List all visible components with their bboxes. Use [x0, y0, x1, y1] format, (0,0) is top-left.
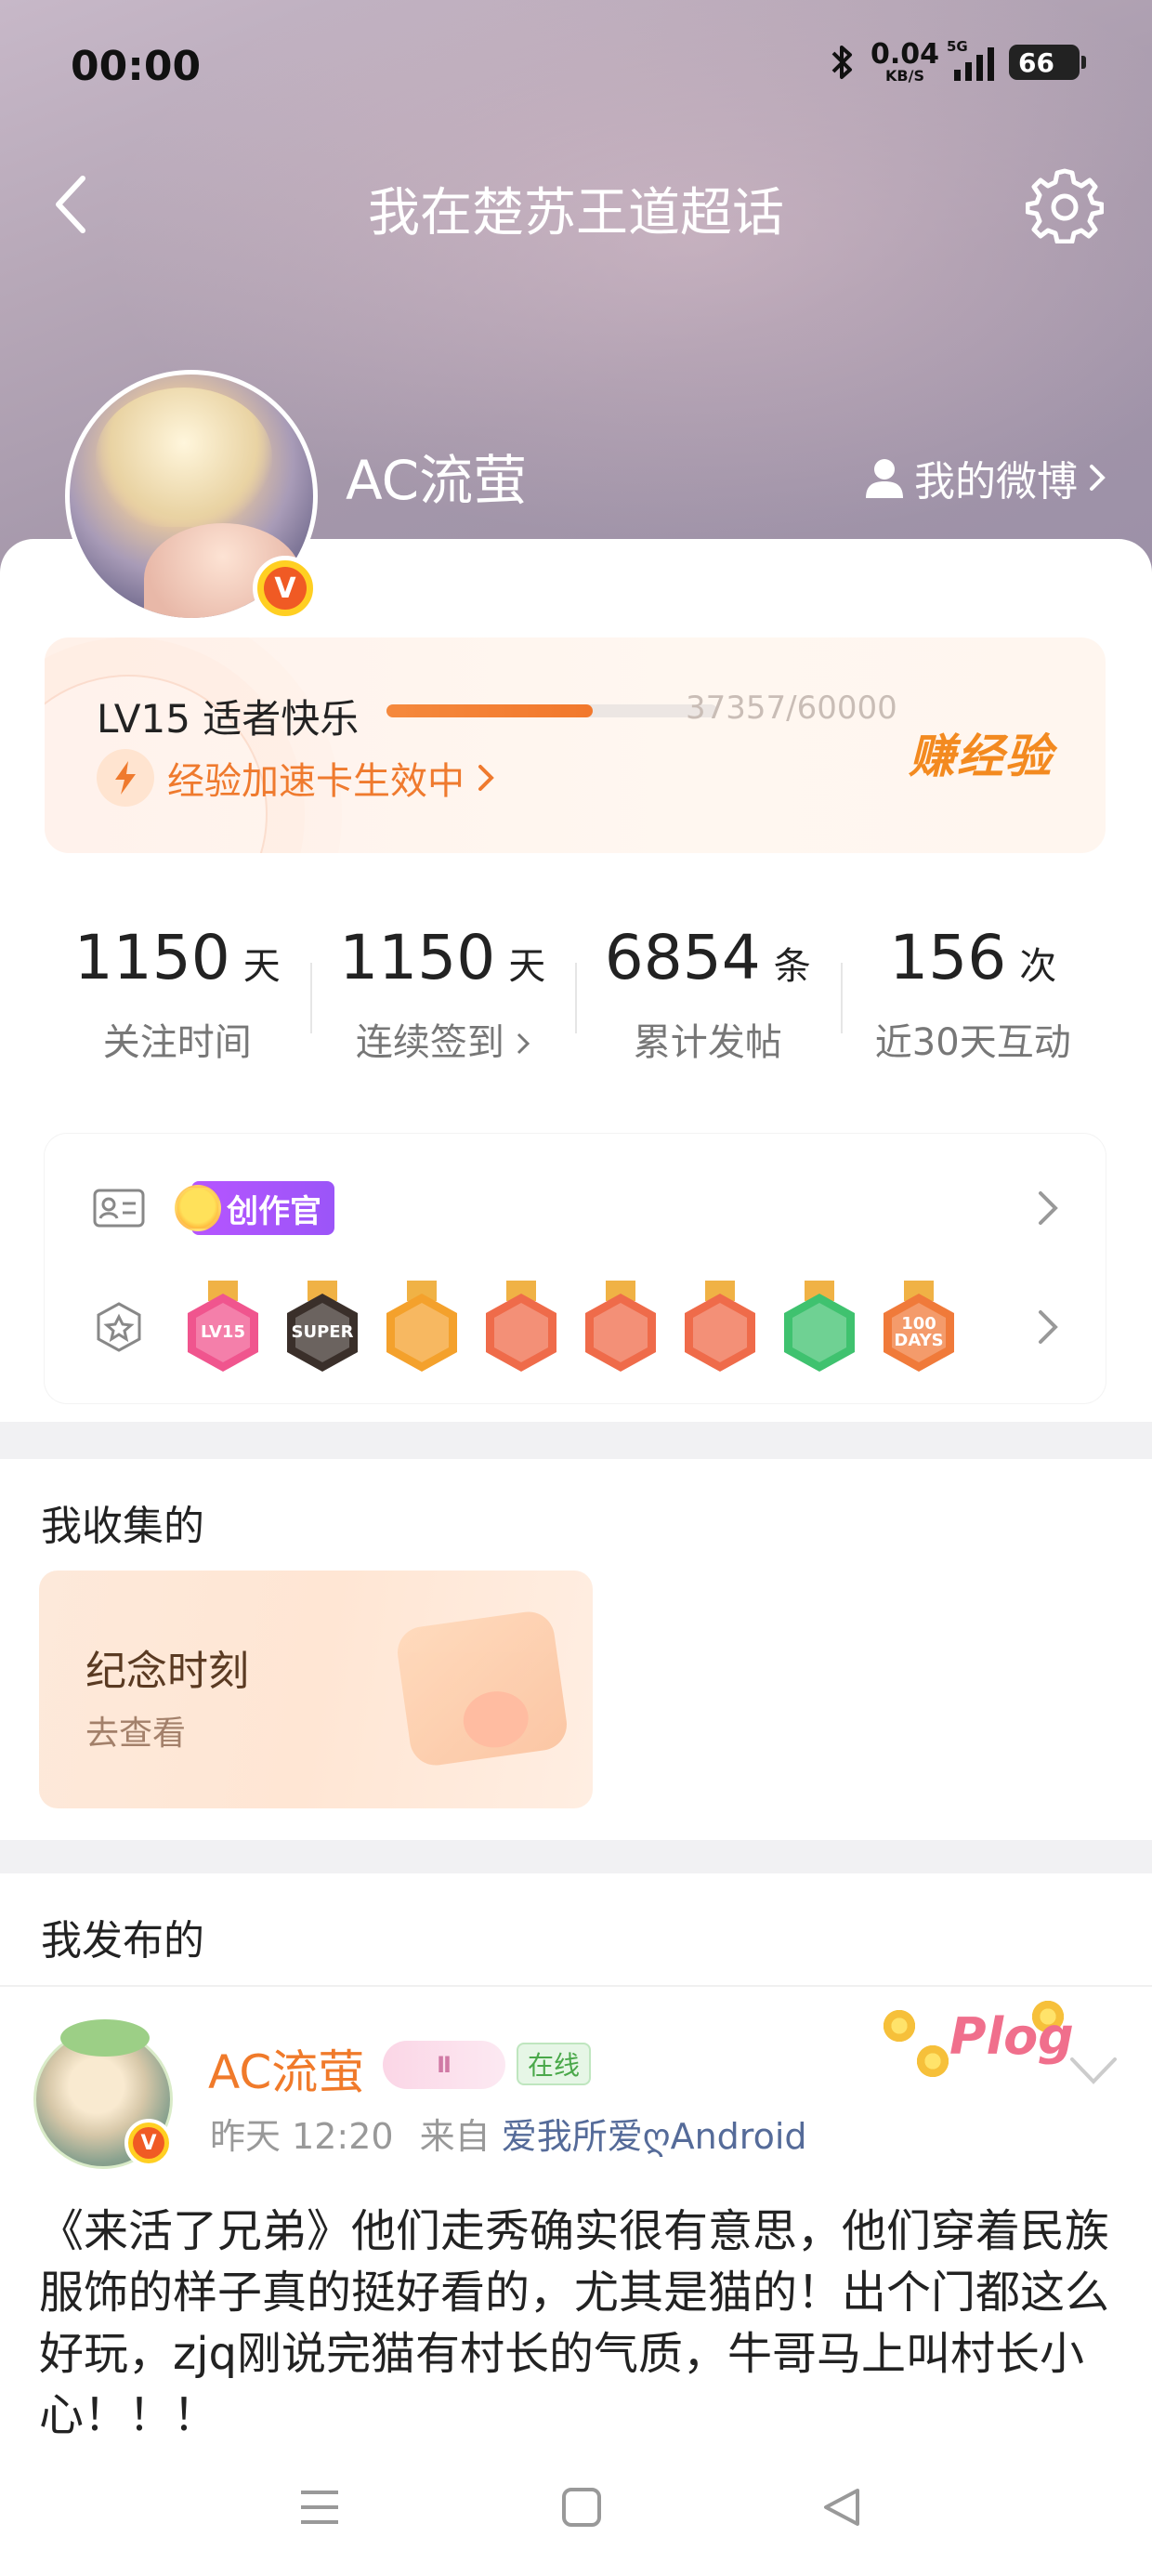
- posts-title: 我发布的: [41, 1917, 204, 1965]
- stat-follow-time: 1150 天 关注时间: [73, 922, 281, 1064]
- boost-card-link[interactable]: 经验加速卡生效中: [97, 749, 494, 807]
- moments-view-link[interactable]: 去查看: [85, 1706, 186, 1755]
- medal-badge-icon[interactable]: SUPER: [287, 1281, 358, 1373]
- divider: [0, 1985, 1152, 1987]
- medals-row[interactable]: LV15 SUPER 100 DAYS: [45, 1271, 1106, 1383]
- medal-badge-icon[interactable]: LV15: [188, 1281, 258, 1373]
- medal-label: 100 DAYS: [894, 1314, 944, 1350]
- lightning-icon: [97, 749, 154, 807]
- verified-badge-icon: V: [253, 556, 318, 621]
- chevron-down-icon[interactable]: [1068, 2054, 1119, 2087]
- earn-exp-button[interactable]: 赚经验: [909, 719, 1054, 786]
- calendar-heart-icon: [394, 1608, 570, 1769]
- creator-mascot-icon: [175, 1185, 221, 1231]
- top-nav: 我在楚苏王道超话: [0, 149, 1152, 260]
- status-icons: 0.04 KB/S 5G 66: [830, 38, 1086, 85]
- online-status-tag: 在线: [517, 2043, 592, 2085]
- home-button[interactable]: [552, 2477, 611, 2537]
- creator-tag[interactable]: 创作官: [175, 1181, 334, 1235]
- vip-level-tag: Ⅱ: [383, 2041, 505, 2089]
- level-progress-text: 37357/60000: [686, 690, 897, 727]
- id-card-icon: [93, 1182, 145, 1234]
- chevron-right-icon: [1039, 1310, 1058, 1344]
- page-title: 我在楚苏王道超话: [368, 183, 784, 243]
- badges-card: 创作官 LV15 SUPER 100 DAYS: [45, 1134, 1106, 1403]
- collection-section: 我收集的 纪念时刻 去查看: [0, 1459, 1152, 1840]
- post-meta: 昨天 12:20 来自 爱我所爱ღAndroid: [210, 2108, 807, 2159]
- medal-badge-icon[interactable]: [784, 1281, 855, 1373]
- back-nav-button[interactable]: [812, 2477, 871, 2537]
- battery-icon: 66: [1009, 45, 1086, 80]
- medal-badge-icon[interactable]: [486, 1281, 556, 1373]
- my-weibo-link[interactable]: 我的微博: [866, 448, 1106, 507]
- medal-outline-icon: [93, 1301, 145, 1353]
- moments-title: 纪念时刻: [85, 1648, 249, 1695]
- medal-label: SUPER: [291, 1322, 354, 1342]
- gear-icon: [1026, 168, 1104, 243]
- medal-badge-icon[interactable]: [585, 1281, 656, 1373]
- chevron-right-icon: [1090, 465, 1106, 491]
- menu-icon: [301, 2491, 338, 2524]
- stats-row: 1150 天 关注时间 1150 天 连续签到 6854 条 累计发帖 156 次 近3…: [45, 881, 1106, 1095]
- medal-badge-icon[interactable]: [386, 1281, 457, 1373]
- post-body[interactable]: 《来活了兄弟》他们走秀确实很有意思，他们穿着民族服饰的样子真的挺好看的，尤其是猫…: [39, 2201, 1117, 2440]
- medal-label: LV15: [201, 1322, 245, 1342]
- square-icon: [562, 2488, 601, 2527]
- post-author-name[interactable]: AC流萤: [208, 2035, 364, 2102]
- level-progress-bar: [386, 704, 717, 717]
- stat-interactions: 156 次 近30天互动: [840, 881, 1106, 1095]
- post-time: 昨天 12:20: [210, 2116, 394, 2157]
- post-from-label: 来自: [419, 2116, 491, 2157]
- triangle-back-icon: [824, 2489, 859, 2526]
- settings-button[interactable]: [1022, 162, 1107, 247]
- system-nav-bar: [0, 2437, 1152, 2576]
- chevron-right-icon: [1039, 1191, 1058, 1225]
- user-icon: [866, 459, 903, 498]
- bluetooth-icon: [831, 46, 852, 79]
- menu-button[interactable]: [290, 2477, 349, 2537]
- chevron-right-icon: [478, 765, 494, 791]
- stat-total-posts: 6854 条 累计发帖: [575, 881, 841, 1095]
- status-time: 00:00: [71, 43, 202, 90]
- verified-badge-icon: V: [124, 2119, 173, 2167]
- network-speed: 0.04 KB/S: [870, 38, 939, 85]
- username: AC流萤: [346, 449, 528, 512]
- medal-badge-icon[interactable]: 100 DAYS: [884, 1281, 954, 1373]
- collection-title: 我收集的: [41, 1503, 204, 1550]
- moments-card[interactable]: 纪念时刻 去查看: [39, 1571, 593, 1808]
- level-name: LV15 适者快乐: [97, 696, 360, 742]
- status-bar: 00:00 0.04 KB/S 5G 66: [0, 0, 1152, 130]
- plog-sticker: Plog: [881, 1998, 1074, 2091]
- signal-icon: 5G: [947, 38, 994, 81]
- medal-list: LV15 SUPER 100 DAYS: [188, 1281, 954, 1373]
- chevron-right-icon: [517, 1032, 530, 1055]
- identity-row[interactable]: 创作官: [45, 1171, 1106, 1245]
- level-card[interactable]: LV15 适者快乐 37357/60000 经验加速卡生效中 赚经验: [45, 637, 1106, 853]
- post-source[interactable]: 爱我所爱ღAndroid: [502, 2116, 807, 2157]
- medal-badge-icon[interactable]: [685, 1281, 755, 1373]
- stat-checkin-streak[interactable]: 1150 天 连续签到: [309, 881, 576, 1095]
